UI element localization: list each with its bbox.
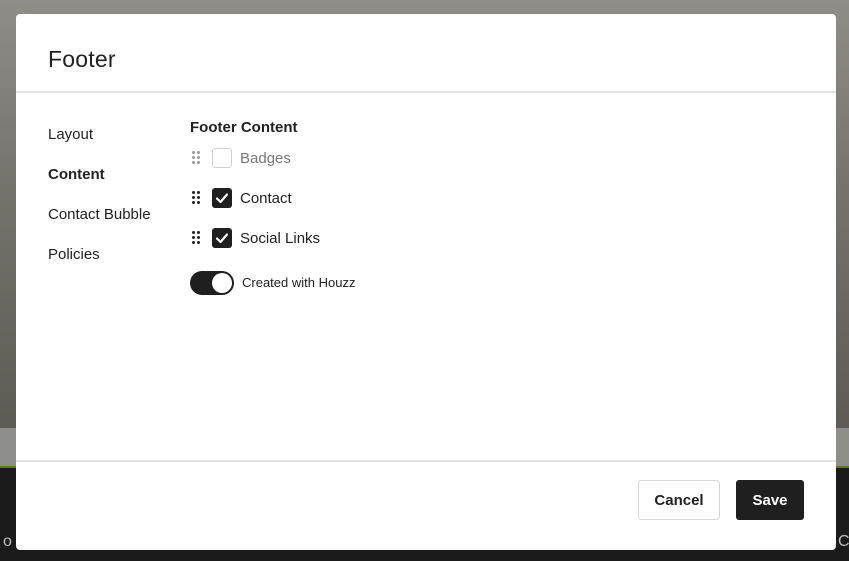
modal-sidebar: Layout Content Contact Bubble Policies [48,125,188,285]
sidebar-item-label: Layout [48,126,94,143]
sidebar-item-policies[interactable]: Policies [48,245,188,285]
badges-checkbox[interactable] [212,148,232,168]
modal-header: Footer [16,14,836,93]
created-with-houzz-toggle[interactable] [190,271,234,295]
contact-label: Contact [240,190,292,207]
content-panel: Footer Content Badges Contact Social Lin… [190,117,790,297]
modal-title: Footer [48,46,116,72]
checkmark-icon [215,233,229,244]
footer-modal: Footer Layout Content Contact Bubble Pol… [16,14,836,550]
toggle-knob [212,273,232,293]
drag-handle-icon[interactable] [192,231,202,245]
list-item-social-links: Social Links [190,219,790,259]
created-with-houzz-row: Created with Houzz [190,267,790,297]
modal-footer: Cancel Save [16,460,836,550]
sidebar-item-label: Contact Bubble [48,206,151,223]
backdrop-left-text: o [3,533,12,550]
list-item-contact: Contact [190,179,790,219]
created-with-houzz-label: Created with Houzz [242,275,356,290]
drag-handle-icon[interactable] [192,151,202,165]
contact-checkbox[interactable] [212,188,232,208]
list-item-badges: Badges [190,139,790,179]
social-links-checkbox[interactable] [212,228,232,248]
checkmark-icon [215,193,229,204]
badges-label: Badges [240,150,291,167]
sidebar-item-content[interactable]: Content [48,165,188,205]
sidebar-item-label: Content [48,166,105,183]
section-title: Footer Content [190,119,298,136]
sidebar-item-contact-bubble[interactable]: Contact Bubble [48,205,188,245]
cancel-button[interactable]: Cancel [638,480,720,520]
backdrop-right-text: C [838,533,849,550]
sidebar-item-layout[interactable]: Layout [48,125,188,165]
save-button[interactable]: Save [736,480,804,520]
sidebar-item-label: Policies [48,246,100,263]
social-links-label: Social Links [240,230,321,247]
drag-handle-icon[interactable] [192,191,202,205]
